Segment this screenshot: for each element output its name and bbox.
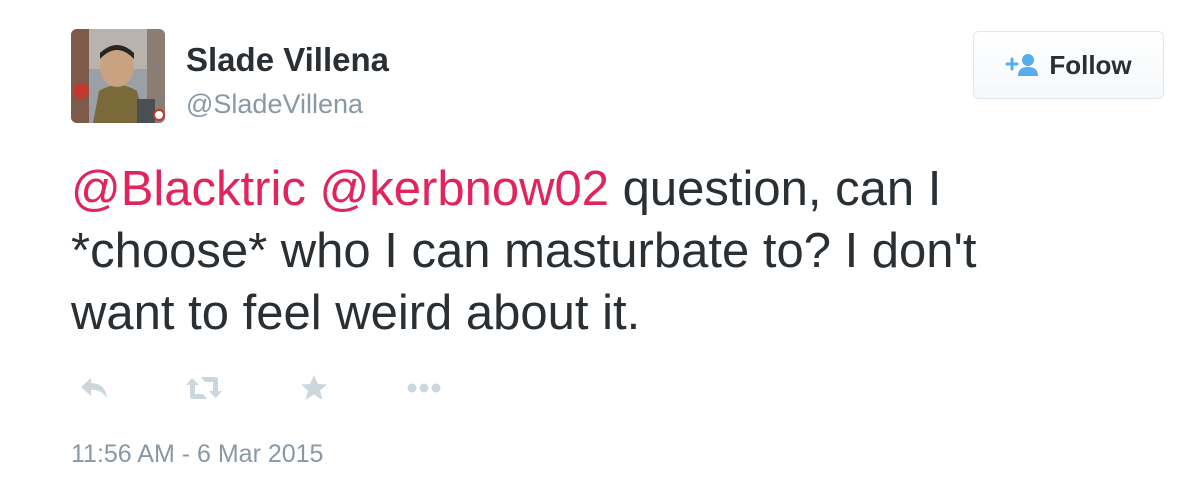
favorite-star-icon (299, 373, 329, 408)
author-info: Slade Villena @SladeVillena (186, 40, 389, 121)
more-dots-icon (407, 381, 441, 399)
tweet-text: @Blacktric @kerbnow02 question, can I *ch… (71, 158, 1171, 344)
retweet-button[interactable] (184, 372, 224, 408)
tweet-text-line1: question, can I (608, 162, 942, 216)
tweet-text-line2: *choose* who I can masturbate to? I don'… (71, 224, 977, 278)
add-person-icon (1005, 52, 1039, 78)
author-handle[interactable]: @SladeVillena (186, 87, 389, 121)
mention-link[interactable]: @Blacktric (71, 162, 306, 216)
reply-icon (79, 375, 109, 406)
retweet-icon (185, 374, 223, 407)
mention-link[interactable]: @kerbnow02 (320, 162, 609, 216)
follow-button[interactable]: Follow (973, 31, 1164, 99)
more-button[interactable] (404, 372, 444, 408)
follow-label: Follow (1049, 49, 1132, 80)
tweet-timestamp[interactable]: 11:56 AM - 6 Mar 2015 (71, 439, 323, 469)
reply-button[interactable] (74, 372, 114, 408)
avatar-photo (71, 29, 165, 123)
author-name[interactable]: Slade Villena (186, 40, 389, 80)
avatar[interactable] (71, 29, 165, 123)
tweet-text-line3: want to feel weird about it. (71, 286, 641, 340)
favorite-button[interactable] (294, 372, 334, 408)
tweet-card: Slade Villena @SladeVillena Follow @Blac… (0, 0, 1200, 491)
